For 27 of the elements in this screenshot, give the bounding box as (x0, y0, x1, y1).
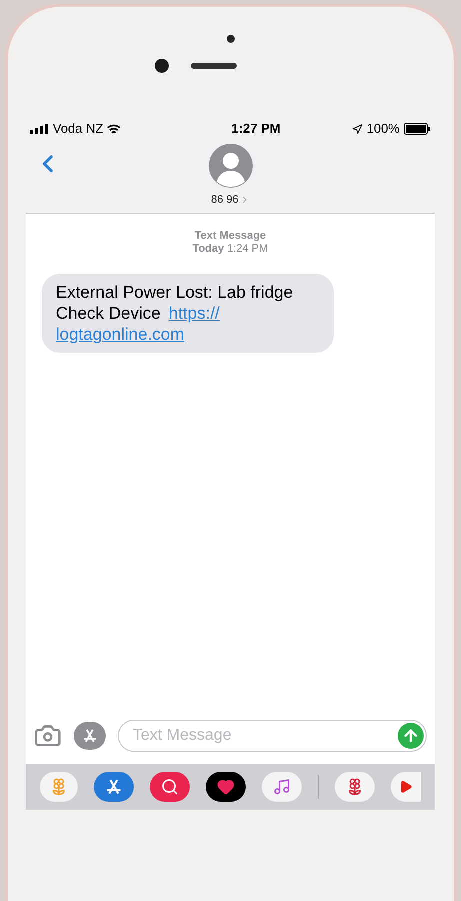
video-app-icon[interactable] (390, 772, 421, 802)
flower-app-icon[interactable] (334, 772, 375, 802)
message-text: External Power Lost: Lab fridge (56, 282, 294, 303)
message-link[interactable]: logtagonline.com (56, 324, 185, 345)
music-app-icon[interactable] (262, 772, 302, 802)
wifi-icon (106, 124, 121, 134)
signal-icon (30, 124, 50, 134)
service-label: Text Message (194, 230, 266, 243)
clock-time: 1:27 PM (232, 120, 281, 138)
contact-name-button[interactable]: 86 96 (211, 192, 250, 208)
carrier-name: Voda NZ (53, 120, 104, 138)
message-timestamp: Today 1:24 PM (192, 243, 268, 256)
app-store-button[interactable] (74, 722, 106, 750)
battery-icon (404, 123, 431, 135)
earpiece-speaker (190, 63, 236, 69)
battery-percent: 100% (366, 120, 400, 138)
camera-lens (154, 59, 168, 73)
app-store-icon (82, 728, 98, 744)
location-icon (352, 124, 363, 134)
message-input-field[interactable]: Text Message (118, 720, 427, 752)
contact-avatar-icon (208, 144, 252, 188)
message-link[interactable]: https:// (168, 303, 220, 324)
send-button[interactable] (398, 723, 424, 749)
message-text: Check Device (56, 303, 161, 324)
app-store-app-icon[interactable] (94, 772, 134, 802)
search-app-icon[interactable] (150, 772, 190, 802)
heart-app-icon[interactable] (206, 772, 246, 802)
